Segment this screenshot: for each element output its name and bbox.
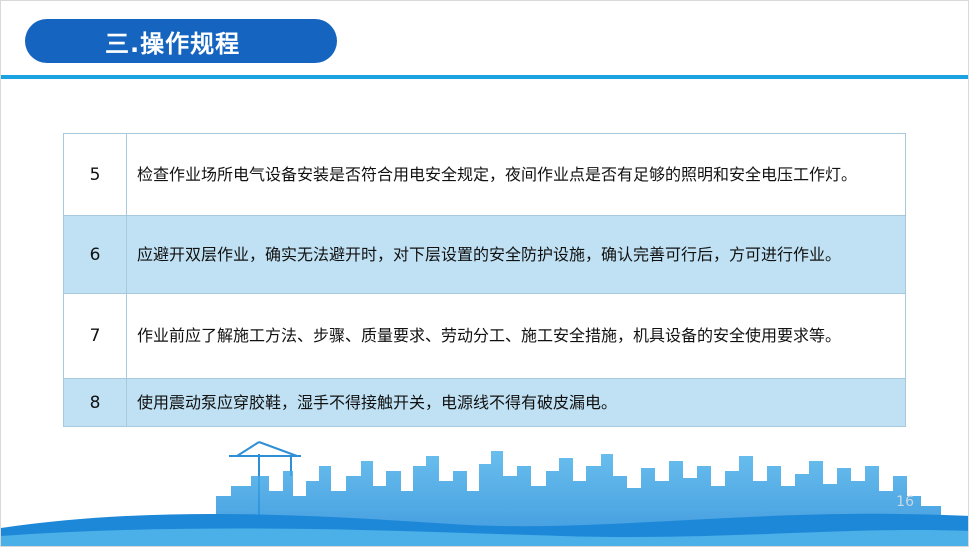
title-divider [1, 75, 968, 79]
rules-table: 5 检查作业场所电气设备安装是否符合用电安全规定，夜间作业点是否有足够的照明和安… [63, 133, 906, 427]
slide: 三.操作规程 5 检查作业场所电气设备安装是否符合用电安全规定，夜间作业点是否有… [0, 0, 969, 547]
slide-title: 三.操作规程 [105, 29, 241, 58]
row-text: 作业前应了解施工方法、步骤、质量要求、劳动分工、施工安全措施，机具设备的安全使用… [126, 293, 906, 379]
table-row: 6 应避开双层作业，确实无法避开时，对下层设置的安全防护设施，确认完善可行后，方… [63, 215, 906, 294]
page-number: 16 [896, 494, 914, 510]
row-text: 应避开双层作业，确实无法避开时，对下层设置的安全防护设施，确认完善可行后，方可进… [126, 215, 906, 294]
title-banner: 三.操作规程 [25, 19, 337, 63]
row-number: 7 [63, 293, 127, 379]
row-number: 6 [63, 215, 127, 294]
table-row: 5 检查作业场所电气设备安装是否符合用电安全规定，夜间作业点是否有足够的照明和安… [63, 133, 906, 216]
table-row: 8 使用震动泵应穿胶鞋，湿手不得接触开关，电源线不得有破皮漏电。 [63, 378, 906, 427]
row-number: 8 [63, 378, 127, 427]
row-text: 检查作业场所电气设备安装是否符合用电安全规定，夜间作业点是否有足够的照明和安全电… [126, 133, 906, 216]
row-number: 5 [63, 133, 127, 216]
city-skyline-decoration [1, 441, 968, 546]
table-row: 7 作业前应了解施工方法、步骤、质量要求、劳动分工、施工安全措施，机具设备的安全… [63, 293, 906, 379]
row-text: 使用震动泵应穿胶鞋，湿手不得接触开关，电源线不得有破皮漏电。 [126, 378, 906, 427]
